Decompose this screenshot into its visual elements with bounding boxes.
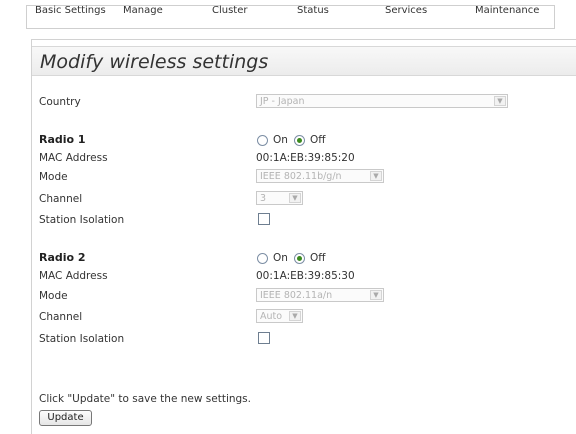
- tab-maintenance[interactable]: Maintenance: [475, 5, 539, 16]
- radio1-isolation-checkbox[interactable]: [258, 213, 270, 225]
- radio-selected-dot: [297, 256, 302, 261]
- chevron-down-icon: ▼: [370, 171, 382, 181]
- radio1-channel-label: Channel: [39, 193, 83, 205]
- radio1-on-radio[interactable]: [257, 135, 268, 146]
- radio2-mode-value: IEEE 802.11a/n: [260, 290, 333, 301]
- radio2-off-radio[interactable]: [294, 253, 305, 264]
- radio2-mode-label: Mode: [39, 290, 68, 302]
- radio1-heading: Radio 1: [39, 133, 86, 146]
- country-value: JP - Japan: [260, 96, 305, 107]
- radio2-channel-label: Channel: [39, 311, 83, 323]
- radio2-isolation-checkbox[interactable]: [258, 332, 270, 344]
- tab-cluster[interactable]: Cluster: [212, 5, 248, 16]
- radio1-mode-select[interactable]: IEEE 802.11b/g/n ▼: [256, 169, 384, 183]
- country-select[interactable]: JP - Japan ▼: [256, 94, 508, 108]
- radio2-off-label: Off: [310, 252, 326, 264]
- radio2-on-label: On: [273, 252, 288, 264]
- radio2-channel-select[interactable]: Auto ▼: [256, 309, 303, 323]
- update-hint: Click "Update" to save the new settings.: [39, 393, 251, 405]
- tab-manage[interactable]: Manage: [123, 5, 163, 16]
- radio2-channel-value: Auto: [260, 311, 283, 322]
- radio1-mac-value: 00:1A:EB:39:85:20: [256, 152, 355, 164]
- tab-services[interactable]: Services: [385, 5, 427, 16]
- radio1-channel-select[interactable]: 3 ▼: [256, 191, 303, 205]
- radio2-mode-select[interactable]: IEEE 802.11a/n ▼: [256, 288, 384, 302]
- radio2-on-radio[interactable]: [257, 253, 268, 264]
- chevron-down-icon: ▼: [494, 96, 506, 106]
- page-title: Modify wireless settings: [40, 51, 269, 73]
- radio1-mode-label: Mode: [39, 171, 68, 183]
- radio1-off-label: Off: [310, 134, 326, 146]
- radio1-isolation-label: Station Isolation: [39, 214, 125, 226]
- radio1-off-radio[interactable]: [294, 135, 305, 146]
- radio2-mac-value: 00:1A:EB:39:85:30: [256, 270, 355, 282]
- chevron-down-icon: ▼: [289, 311, 301, 321]
- radio-selected-dot: [297, 138, 302, 143]
- radio1-mode-value: IEEE 802.11b/g/n: [260, 171, 342, 182]
- radio1-channel-value: 3: [260, 193, 267, 204]
- chevron-down-icon: ▼: [289, 193, 301, 203]
- update-button[interactable]: Update: [39, 410, 92, 426]
- radio2-mac-label: MAC Address: [39, 270, 108, 282]
- tab-status[interactable]: Status: [297, 5, 329, 16]
- radio1-on-label: On: [273, 134, 288, 146]
- radio2-isolation-label: Station Isolation: [39, 333, 125, 345]
- radio2-heading: Radio 2: [39, 251, 86, 264]
- tab-basic-settings[interactable]: Basic Settings: [35, 5, 106, 16]
- radio1-mac-label: MAC Address: [39, 152, 108, 164]
- country-label: Country: [39, 96, 81, 108]
- chevron-down-icon: ▼: [370, 290, 382, 300]
